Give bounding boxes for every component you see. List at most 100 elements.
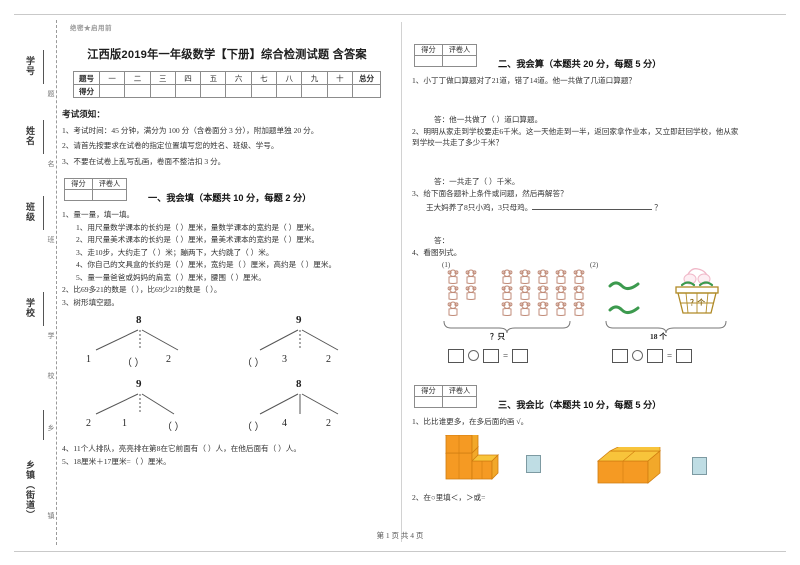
section-3-title: 三、我会比（本题共 10 分，每题 5 分） [498,399,662,410]
q2-1-work-space[interactable] [412,88,742,114]
score-col-8: 八 [276,71,303,85]
page-top-rule [14,14,786,15]
tree-1-leaf-2[interactable]: （ ） [122,354,145,369]
seal-rule-2 [43,120,44,154]
checkbox-left[interactable] [526,455,541,474]
page-title: 江西版2019年一年级数学【下册】综合检测试题 含答案 [87,49,367,61]
seal-note-5: 乡 [47,424,55,431]
seal-column: 学号 题 姓名 名 班级 班 学校 学 校 乡镇（街道） 乡 镇 [16,20,64,545]
score-cell-5[interactable] [200,84,227,98]
grader-box-1-grader-value[interactable] [92,189,127,202]
equation-box-4[interactable] [612,348,628,363]
section-3-header: 得分 评卷人 三、我会比（本题共 10 分，每题 5 分） [412,384,742,411]
number-bond-trees: 8 1 （ ） 2 9 （ ） 3 2 9 2 1 （ ） 8 （ ） 4 2 [62,312,392,440]
grader-box-2-grader-value[interactable] [442,55,477,67]
score-cell-total[interactable] [352,84,381,98]
grader-box-2: 得分 评卷人 [414,44,477,67]
seal-label-xiangzhen: 乡镇（街道） [25,460,35,520]
score-table-row-label-2: 得分 [73,84,100,98]
basket-label: ？个 [690,297,705,307]
block-comparison [412,431,742,493]
grader-box-1-grader-label: 评卷人 [92,178,127,191]
equation-box-6[interactable] [676,348,693,363]
equation-operator-circle-2[interactable] [632,350,643,362]
grader-box-2-score-label: 得分 [414,44,443,56]
tree-2-leaf-1[interactable]: （ ） [242,354,265,369]
equation-row-1: = [448,348,529,363]
brace-2-label: 18 个 [650,331,667,341]
table-row-header: 题号 一 二 三 四 五 六 七 八 九 十 总分 [73,71,381,85]
score-cell-10[interactable] [326,84,354,98]
grader-box-1-score-label: 得分 [64,178,93,191]
tree-2-leaf-3: 2 [326,354,331,366]
grader-box-3-score-value[interactable] [414,395,443,408]
seal-label-xuehao: 学号 [25,56,35,76]
equation-equals-2: = [667,350,673,361]
q1-1-sub1: 1、用尺量数学课本的长约是（ ）厘米，量数学课本的宽约是（ ）厘米。 [76,222,319,232]
checkbox-right[interactable] [692,457,707,476]
q2-4-stem: 4、看图列式。 [412,248,462,258]
exam-rule-3: 3、不要在试卷上乱写乱画，卷面不整洁扣 3 分。 [62,156,226,166]
number-bond-tree-3: 9 2 1 （ ） [80,378,204,436]
q1-1-sub4: 4、你自己的文具盒的长约是（ ）厘米，宽约是（ ）厘米，高约是（ ）厘米。 [76,260,337,270]
monkey-icon [554,285,568,301]
score-col-5: 五 [200,71,227,85]
equation-box-2[interactable] [483,348,499,363]
score-cell-4[interactable] [174,84,202,98]
score-cell-1[interactable] [98,84,126,98]
score-cell-7[interactable] [250,84,278,98]
q2-3-condition: 王大妈养了8只小鸡，3只母鸡。 ？ [426,202,662,212]
q2-1-answer[interactable]: 答：他一共做了（ ）道口算题。 [434,114,742,125]
seal-rule-1 [43,50,44,84]
score-cell-8[interactable] [276,84,303,98]
q1-5: 5、18厘米＋17厘米=（ ）厘米。 [62,456,171,466]
monkey-icon [518,285,532,301]
seal-note-2: 班 [47,236,55,243]
score-cell-6[interactable] [225,84,252,98]
vegetable-icon [608,305,640,314]
tree-3-branches [95,393,175,415]
monkey-icon [500,269,514,285]
q2-2-answer[interactable]: 答：一共走了（ ）千米。 [434,176,742,187]
q2-3-answer[interactable]: 答： [434,235,742,246]
block-stack-left-icon [444,435,499,481]
number-bond-tree-1: 8 1 （ ） 2 [80,314,204,372]
basket-icon [675,267,719,314]
secret-mark: 绝密★启用前 [70,25,112,32]
monkey-icon [500,285,514,301]
equation-box-3[interactable] [512,348,529,363]
grader-box-1-score-value[interactable] [64,189,93,202]
seal-rule-5 [43,410,44,440]
equation-box-5[interactable] [647,348,663,363]
q2-3-stem: 3、给下面各题补上条件或问题，然后再解答？ [412,189,568,199]
q1-4: 4、11个人排队，亮亮排在第8在它前面有（ ）人，在他后面有（ ）人。 [62,444,301,454]
monkey-icon [518,269,532,285]
equation-operator-circle-1[interactable] [468,350,479,362]
seal-note-0: 题 [47,90,55,97]
grader-box-3-grader-value[interactable] [442,395,477,408]
q1-1-sub2: 2、用尺量美术课本的长约是（ ）厘米，量美术课本的宽约是（ ）厘米。 [76,235,319,245]
score-col-1: 一 [98,71,126,85]
page-footer: 第 1 页 共 4 页 [376,531,424,540]
column-divider [401,22,402,542]
q2-3-blank[interactable] [532,202,653,210]
q3-1-stem: 1、比比谁更多，在多后面的画 √。 [412,416,529,426]
tree-4-leaf-1[interactable]: （ ） [242,418,265,433]
score-cell-3[interactable] [149,84,176,98]
grader-box-2-score-value[interactable] [414,55,443,67]
equation-equals-1: = [503,350,509,361]
equation-box-1[interactable] [448,348,464,363]
grader-box-3: 得分 评卷人 [414,384,477,408]
q2-2-work-space[interactable] [412,150,742,176]
monkey-icon [572,301,586,317]
tree-3-leaf-1: 2 [86,418,91,430]
exam-page: 学号 题 姓名 名 班级 班 学校 学 校 乡镇（街道） 乡 镇 绝密★启用前 … [0,0,800,565]
section-2-title: 二、我会算（本题共 20 分，每题 5 分） [498,59,662,69]
monkey-icon [518,301,532,317]
tree-3-leaf-3[interactable]: （ ） [162,418,185,433]
tree-2-leaf-2: 3 [282,354,287,366]
exam-rule-2: 2、请首先按要求在试卷的指定位置填写您的姓名、班级、学号。 [62,141,279,151]
q2-3-work-space[interactable] [412,215,742,235]
score-cell-2[interactable] [124,84,151,98]
score-cell-9[interactable] [301,84,328,98]
